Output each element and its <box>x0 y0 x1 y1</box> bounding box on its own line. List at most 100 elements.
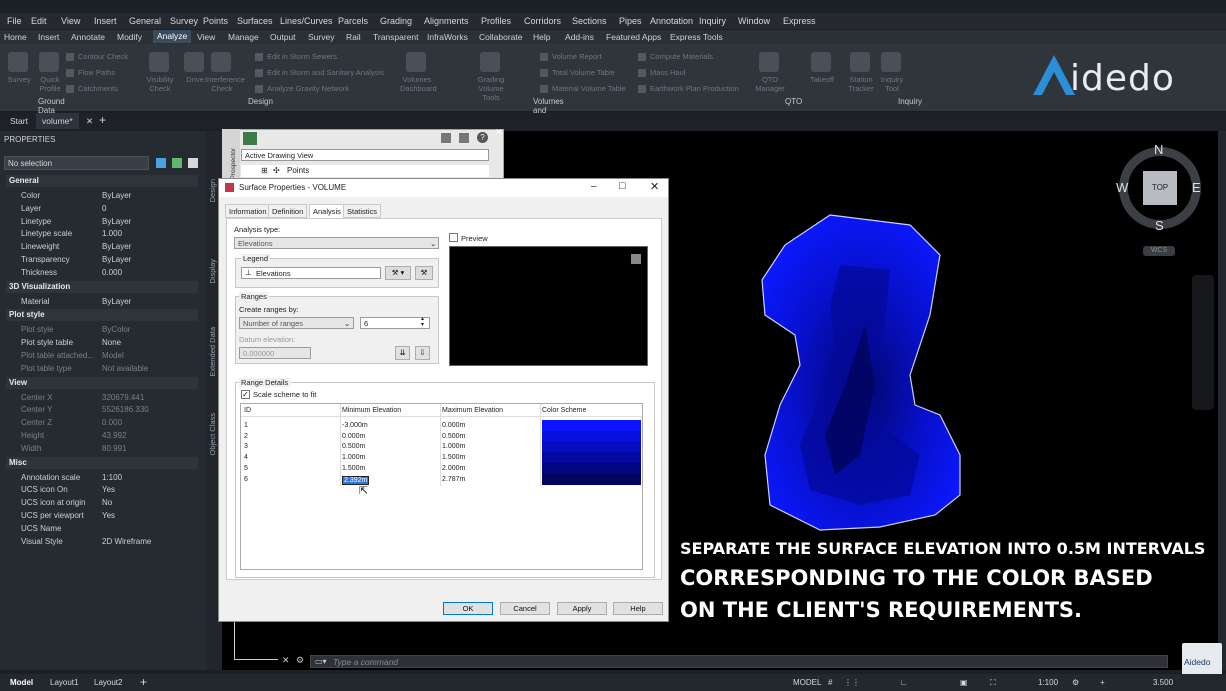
osnap-icon[interactable]: ▣ <box>960 678 968 687</box>
max-elevation[interactable]: 0.500m <box>442 433 465 440</box>
pickadd-icon[interactable] <box>188 158 198 168</box>
ribbon-button-visibility-check[interactable]: Visibility Check <box>143 75 177 93</box>
ribbon-button-grading-volume-tools[interactable]: Grading Volume Tools <box>474 75 508 102</box>
property-row[interactable]: Color ByLayer <box>6 189 198 202</box>
cancel-button[interactable]: Cancel <box>500 602 550 615</box>
min-elevation[interactable]: -3.000m <box>342 422 368 429</box>
column-header[interactable]: Maximum Elevation <box>442 407 503 414</box>
ortho-icon[interactable]: ∟ <box>900 678 908 687</box>
preview-checkbox[interactable] <box>449 233 458 242</box>
toolspace-close-icon[interactable]: ✕ <box>495 127 503 138</box>
compass-north[interactable]: N <box>1154 142 1163 157</box>
ribbon-button-station-tracker[interactable]: Station Tracker <box>844 75 878 93</box>
side-tab-extended-data[interactable]: Extended Data <box>208 327 217 377</box>
color-swatch[interactable] <box>542 430 641 442</box>
color-swatch[interactable] <box>542 452 641 464</box>
column-header[interactable]: Color Scheme <box>542 407 586 414</box>
property-row[interactable]: Height 43.992 <box>6 429 198 442</box>
add-icon[interactable]: + <box>1100 678 1105 687</box>
ribbon-item-compute-materials[interactable]: Compute Materials <box>638 52 713 62</box>
max-elevation[interactable]: 2.000m <box>442 465 465 472</box>
quick-select-icon[interactable] <box>156 158 166 168</box>
color-swatch[interactable] <box>542 462 641 474</box>
menu-sections[interactable]: Sections <box>572 16 607 26</box>
side-tab-display[interactable]: Display <box>208 259 217 284</box>
help-button[interactable]: Help <box>613 602 663 615</box>
property-row[interactable]: Thickness 0.000 <box>6 266 198 279</box>
column-header[interactable]: Minimum Elevation <box>342 407 401 414</box>
color-swatch[interactable] <box>542 473 641 485</box>
property-row[interactable]: Linetype ByLayer <box>6 215 198 228</box>
command-line[interactable]: ▭▾ Type a command <box>310 655 1168 668</box>
property-row[interactable]: Linetype scale 1.000 <box>6 227 198 240</box>
tab-modify[interactable]: Modify <box>117 32 142 42</box>
tab-rail[interactable]: Rail <box>346 32 361 42</box>
toolspace-tree-points[interactable]: ⊞ ✣ Points <box>241 165 489 177</box>
property-row[interactable]: Center X 320679.441 <box>6 391 198 404</box>
ribbon-button-survey[interactable]: Survey <box>2 75 36 84</box>
annotation-scale[interactable]: 1:100 <box>1038 678 1058 687</box>
min-elevation[interactable]: 0.500m <box>342 443 365 450</box>
property-row[interactable]: Visual Style 2D Wireframe <box>6 535 198 548</box>
property-row[interactable]: Plot table type Not available <box>6 362 198 375</box>
model-space-toggle[interactable]: MODEL <box>793 678 821 687</box>
help-icon[interactable]: ? <box>477 132 488 143</box>
property-row[interactable]: UCS per viewport Yes <box>6 509 198 522</box>
menu-edit[interactable]: Edit <box>31 16 47 26</box>
table-row[interactable]: 1 -3.000m 0.000m <box>241 422 541 432</box>
compass-west[interactable]: W <box>1116 180 1128 195</box>
legend-style-button[interactable]: ⚒ ▾ <box>385 266 411 280</box>
ribbon-item-volume-report[interactable]: Volume Report <box>540 52 602 62</box>
run-analysis-button[interactable]: ⇊ <box>395 346 410 360</box>
menu-survey[interactable]: Survey <box>170 16 198 26</box>
compass-south[interactable]: S <box>1155 218 1164 233</box>
property-row[interactable]: Plot style ByColor <box>6 323 198 336</box>
close-icon[interactable]: ✕ <box>86 116 93 127</box>
ribbon-item-contour-check[interactable]: Contour Check <box>66 52 128 62</box>
reset-button[interactable]: ⇩ <box>415 346 430 360</box>
tab-expresstools[interactable]: Express Tools <box>670 32 723 42</box>
ribbon-item-flow-paths[interactable]: Flow Paths <box>66 68 115 78</box>
tab-transparent[interactable]: Transparent <box>373 32 419 42</box>
analysis-type-dropdown[interactable]: Elevations <box>234 237 439 249</box>
ribbon-item-mass-haul[interactable]: Mass Haul <box>638 68 685 78</box>
min-elevation[interactable]: 0.000m <box>342 433 365 440</box>
prospector-tab[interactable]: Prospector <box>230 148 237 179</box>
property-row[interactable]: Plot table attached... Model <box>6 349 198 362</box>
table-row[interactable]: 2 0.000m 0.500m <box>241 433 541 443</box>
ribbon-item-earthwork-plan-production[interactable]: Earthwork Plan Production <box>638 84 739 94</box>
ribbon-group-qto[interactable]: QTO <box>785 97 802 106</box>
ribbon-item-analyze-gravity-network[interactable]: Analyze Gravity Network <box>255 84 349 94</box>
section-general[interactable]: General <box>6 175 198 187</box>
section-view[interactable]: View <box>6 376 198 389</box>
command-input[interactable]: Type a command <box>333 657 398 667</box>
layout1-tab[interactable]: Layout1 <box>50 678 78 687</box>
property-row[interactable]: Plot style table None <box>6 336 198 349</box>
menu-inquiry[interactable]: Inquiry <box>699 16 726 26</box>
command-line-customize-icon[interactable]: ⚙ <box>296 655 304 666</box>
dialog-tab-analysis[interactable]: Analysis <box>309 204 345 218</box>
min-elevation[interactable]: 1.000m <box>342 454 365 461</box>
menu-points[interactable]: Points <box>203 16 228 26</box>
tab-help[interactable]: Help <box>533 32 550 42</box>
menu-general[interactable]: General <box>129 16 161 26</box>
property-row[interactable]: Width 80.991 <box>6 442 198 455</box>
tab-analyze[interactable]: Analyze <box>153 30 192 43</box>
legend-edit-button[interactable]: ⚒ <box>415 266 433 280</box>
property-row[interactable]: Lineweight ByLayer <box>6 240 198 253</box>
apply-button[interactable]: Apply <box>557 602 607 615</box>
drawing-view-dropdown[interactable]: Active Drawing View <box>241 149 489 161</box>
selection-dropdown[interactable]: No selection <box>4 156 149 170</box>
menu-linescurves[interactable]: Lines/Curves <box>280 16 333 26</box>
ribbon-button-takeoff[interactable]: Takeoff <box>805 75 839 84</box>
tab-home[interactable]: Home <box>4 32 27 42</box>
navigation-tools[interactable] <box>1192 275 1214 410</box>
max-elevation[interactable]: 1.000m <box>442 443 465 450</box>
table-row[interactable]: 3 0.500m 1.000m <box>241 443 541 453</box>
number-of-ranges-input[interactable]: 6 <box>360 317 430 329</box>
menu-view[interactable]: View <box>61 16 80 26</box>
maximize-icon[interactable]: □ <box>619 180 626 192</box>
menu-profiles[interactable]: Profiles <box>481 16 511 26</box>
section-misc[interactable]: Misc <box>6 456 198 469</box>
max-elevation[interactable]: 2.787m <box>442 476 465 483</box>
